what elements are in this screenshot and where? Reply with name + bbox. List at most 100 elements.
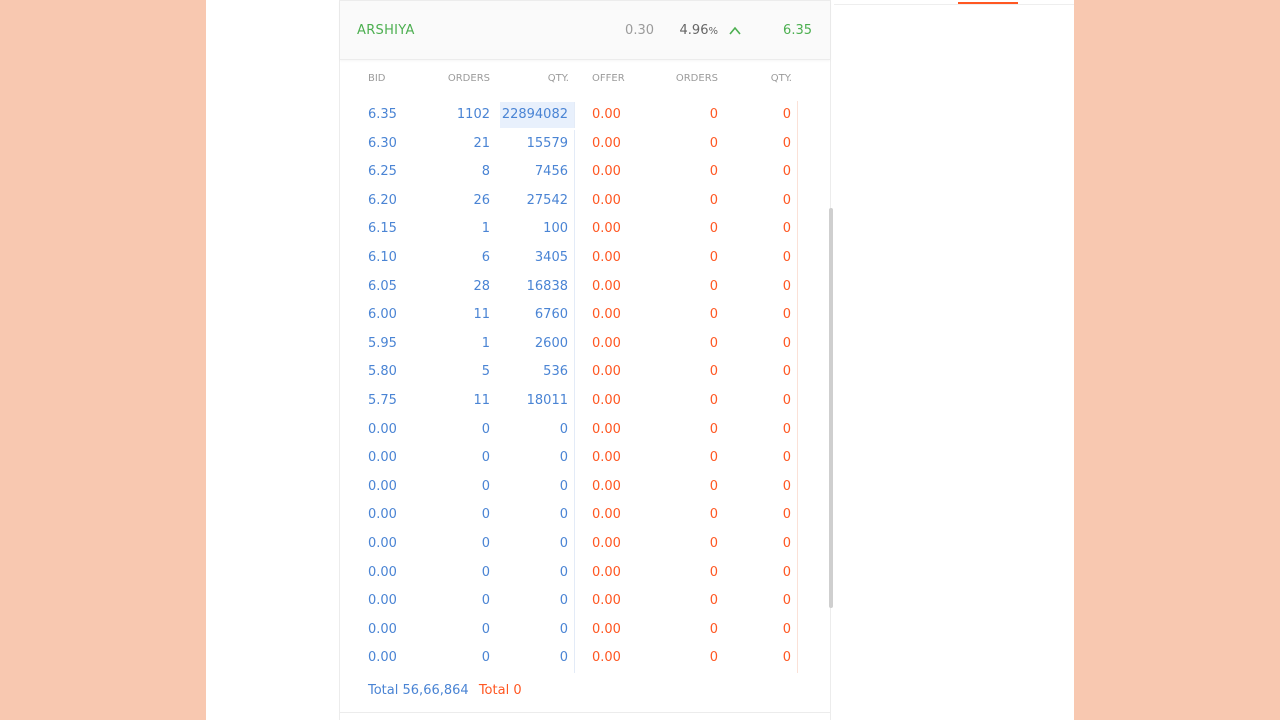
offer-price: 0.00: [592, 564, 621, 580]
bid-qty: 0: [500, 558, 575, 588]
depth-row[interactable]: 0.00 0 0 0.00 0 0: [368, 615, 800, 645]
bid-price: 6.10: [368, 249, 397, 265]
instrument-change-pct: 4.96%: [670, 23, 718, 38]
offer-price: 0.00: [592, 535, 621, 551]
depth-row[interactable]: 0.00 0 0 0.00 0 0: [368, 587, 800, 616]
bid-orders: 1: [481, 335, 490, 351]
bid-orders: 21: [473, 135, 490, 151]
depth-row[interactable]: 5.95 1 2600 0.00 0 0: [368, 329, 800, 359]
offer-qty: 0: [728, 444, 798, 473]
depth-row[interactable]: 0.00 0 0 0.00 0 0: [368, 558, 800, 588]
bid-orders: 11: [473, 392, 490, 408]
bid-qty: 0: [500, 644, 575, 673]
offer-total-qty: 0: [513, 682, 522, 698]
depth-row[interactable]: 6.10 6 3405 0.00 0 0: [368, 243, 800, 273]
right-pane-divider: [834, 4, 1074, 5]
offer-orders: 0: [709, 364, 718, 380]
offer-qty: 0: [728, 615, 798, 645]
offer-orders: 0: [709, 278, 718, 294]
offer-qty: 0: [728, 558, 798, 588]
bid-price: 0.00: [368, 421, 397, 437]
bid-orders: 26: [473, 192, 490, 208]
bid-orders: 0: [481, 535, 490, 551]
depth-row[interactable]: 6.15 1 100 0.00 0 0: [368, 215, 800, 244]
depth-row[interactable]: 6.00 11 6760 0.00 0 0: [368, 301, 800, 330]
depth-row[interactable]: 0.00 0 0 0.00 0 0: [368, 444, 800, 473]
depth-row[interactable]: 0.00 0 0 0.00 0 0: [368, 529, 800, 559]
offer-price: 0.00: [592, 593, 621, 609]
bid-price: 6.15: [368, 221, 397, 237]
bid-orders: 0: [481, 650, 490, 666]
bid-price: 6.05: [368, 278, 397, 294]
bid-qty: 0: [500, 444, 575, 473]
col-bid-qty: QTY.: [547, 73, 569, 84]
offer-price: 0.00: [592, 421, 621, 437]
offer-orders: 0: [709, 392, 718, 408]
app-screen: ARSHIYA 0.30 4.96% 6.35 BID ORDERS QTY. …: [206, 0, 1074, 720]
offer-price: 0.00: [592, 307, 621, 323]
offer-price: 0.00: [592, 364, 621, 380]
col-offer: OFFER: [592, 73, 625, 84]
offer-orders: 0: [709, 164, 718, 180]
depth-row[interactable]: 5.80 5 536 0.00 0 0: [368, 358, 800, 387]
offer-qty: 0: [728, 101, 798, 130]
bid-price: 5.75: [368, 392, 397, 408]
depth-row[interactable]: 6.30 21 15579 0.00 0 0: [368, 129, 800, 159]
depth-scrollbar[interactable]: [829, 208, 833, 608]
offer-orders: 0: [709, 564, 718, 580]
bid-qty: 0: [500, 529, 575, 559]
bid-orders: 28: [473, 278, 490, 294]
bid-price: 0.00: [368, 478, 397, 494]
bid-orders: 1102: [456, 107, 490, 122]
instrument-symbol[interactable]: ARSHIYA: [357, 23, 415, 38]
offer-orders: 0: [709, 192, 718, 208]
col-offer-orders: ORDERS: [675, 73, 718, 84]
bid-orders: 0: [481, 478, 490, 494]
bid-qty: 15579: [500, 129, 575, 159]
offer-qty: 0: [728, 215, 798, 244]
offer-price: 0.00: [592, 507, 621, 523]
bid-orders: 0: [481, 450, 490, 466]
depth-row[interactable]: 6.35 1102 22894082 0.00 0 0: [368, 101, 800, 130]
depth-column-headers: BID ORDERS QTY. OFFER ORDERS QTY.: [368, 73, 800, 101]
depth-row[interactable]: 0.00 0 0 0.00 0 0: [368, 501, 800, 530]
depth-row[interactable]: 0.00 0 0 0.00 0 0: [368, 472, 800, 502]
bid-price: 5.80: [368, 364, 397, 380]
offer-qty: 0: [728, 272, 798, 302]
bid-orders: 0: [481, 564, 490, 580]
depth-row[interactable]: 5.75 11 18011 0.00 0 0: [368, 386, 800, 416]
bid-qty: 22894082: [500, 102, 575, 128]
bid-orders: 0: [481, 593, 490, 609]
left-gutter: [206, 0, 339, 720]
offer-orders: 0: [709, 107, 718, 122]
offer-orders: 0: [709, 307, 718, 323]
bid-qty: 2600: [500, 329, 575, 359]
bid-qty: 6760: [500, 301, 575, 330]
bid-price: 0.00: [368, 593, 397, 609]
bid-price: 6.30: [368, 135, 397, 151]
depth-row[interactable]: 6.05 28 16838 0.00 0 0: [368, 272, 800, 302]
offer-price: 0.00: [592, 650, 621, 666]
bid-price: 0.00: [368, 650, 397, 666]
change-pct-value: 4.96: [679, 23, 709, 38]
bid-qty: 27542: [500, 186, 575, 216]
offer-total-label: Total: [478, 682, 510, 698]
bid-qty: 0: [500, 472, 575, 502]
offer-orders: 0: [709, 249, 718, 265]
bid-qty: 18011: [500, 386, 575, 416]
right-pane: [834, 0, 1074, 720]
depth-row[interactable]: 0.00 0 0 0.00 0 0: [368, 415, 800, 445]
offer-orders: 0: [709, 135, 718, 151]
offer-qty: 0: [728, 129, 798, 159]
offer-price: 0.00: [592, 192, 621, 208]
offer-qty: 0: [728, 501, 798, 530]
instrument-header[interactable]: ARSHIYA 0.30 4.96% 6.35: [340, 0, 830, 60]
offer-orders: 0: [709, 421, 718, 437]
depth-row[interactable]: 6.25 8 7456 0.00 0 0: [368, 158, 800, 187]
chevron-up-icon: [729, 26, 741, 35]
offer-price: 0.00: [592, 392, 621, 408]
offer-orders: 0: [709, 650, 718, 666]
depth-row[interactable]: 6.20 26 27542 0.00 0 0: [368, 186, 800, 216]
depth-row[interactable]: 0.00 0 0 0.00 0 0: [368, 644, 800, 673]
offer-price: 0.00: [592, 135, 621, 151]
